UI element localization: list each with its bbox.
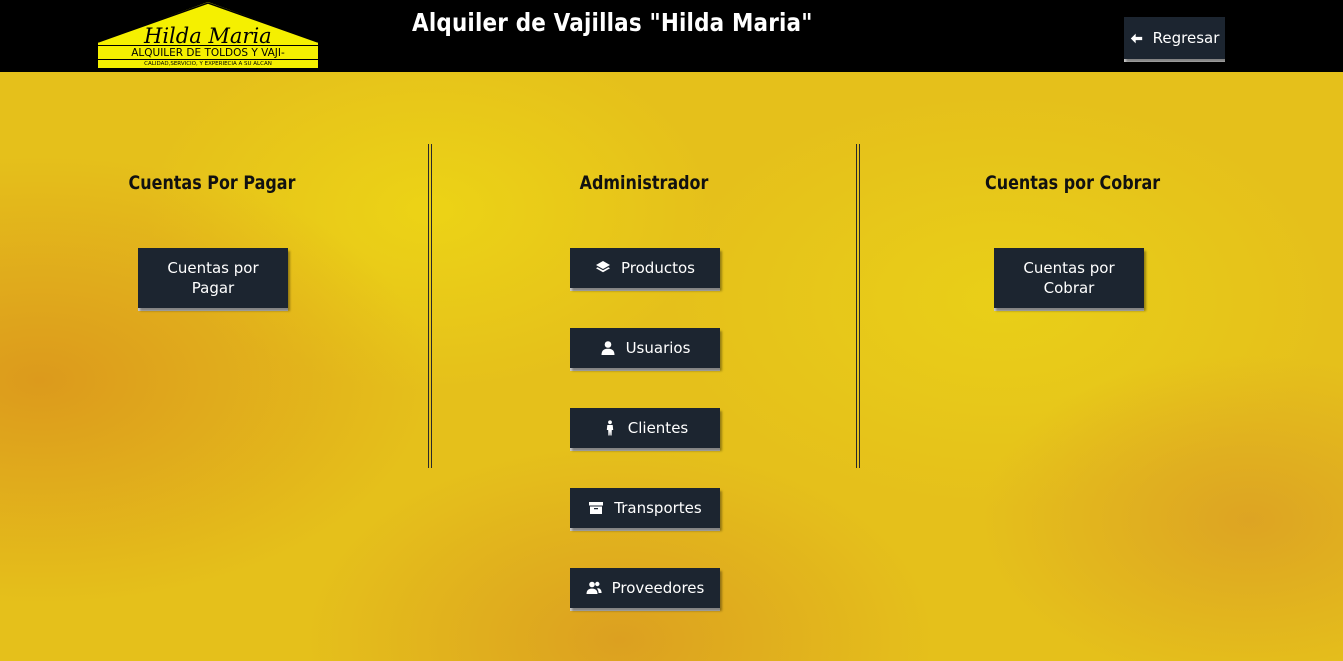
layers-icon bbox=[595, 260, 611, 276]
archive-box-icon bbox=[588, 500, 604, 516]
arrow-left-icon bbox=[1130, 32, 1143, 45]
usuarios-button[interactable]: Usuarios bbox=[570, 328, 720, 368]
user-icon bbox=[600, 340, 616, 356]
page-title: Alquiler de Vajillas "Hilda Maria" bbox=[412, 8, 813, 37]
transportes-button-label: Transportes bbox=[614, 499, 702, 517]
back-button[interactable]: Regresar bbox=[1124, 17, 1225, 59]
cuentas-por-pagar-button[interactable]: Cuentas por Pagar bbox=[138, 248, 288, 308]
cuentas-por-pagar-button-label: Cuentas por Pagar bbox=[167, 259, 259, 297]
users-icon bbox=[586, 580, 602, 596]
section-title-administrador: Administrador bbox=[579, 172, 709, 194]
productos-button[interactable]: Productos bbox=[570, 248, 720, 288]
logo-line1: ALQUILER DE TOLDOS Y VAJI- bbox=[131, 47, 285, 59]
person-standing-icon bbox=[602, 420, 618, 436]
clientes-button-label: Clientes bbox=[627, 419, 689, 437]
cuentas-por-cobrar-button[interactable]: Cuentas por Cobrar bbox=[994, 248, 1144, 308]
back-button-label: Regresar bbox=[1152, 29, 1220, 47]
productos-button-label: Productos bbox=[621, 259, 695, 277]
column-divider-left bbox=[428, 144, 432, 468]
proveedores-button[interactable]: Proveedores bbox=[570, 568, 720, 608]
section-title-cuentas-por-pagar: Cuentas Por Pagar bbox=[128, 172, 296, 194]
top-bar: Hilda Maria ALQUILER DE TOLDOS Y VAJI- C… bbox=[0, 0, 1343, 72]
logo-line2: CALIDAD,SERVICIO, Y EXPERIECIA A SU ALCA… bbox=[144, 61, 272, 67]
column-divider-right bbox=[856, 144, 860, 468]
cuentas-por-cobrar-button-label: Cuentas por Cobrar bbox=[1023, 259, 1115, 297]
transportes-button[interactable]: Transportes bbox=[570, 488, 720, 528]
section-title-cuentas-por-cobrar: Cuentas por Cobrar bbox=[985, 172, 1161, 194]
proveedores-button-label: Proveedores bbox=[611, 579, 705, 597]
usuarios-button-label: Usuarios bbox=[625, 339, 691, 357]
clientes-button[interactable]: Clientes bbox=[570, 408, 720, 448]
